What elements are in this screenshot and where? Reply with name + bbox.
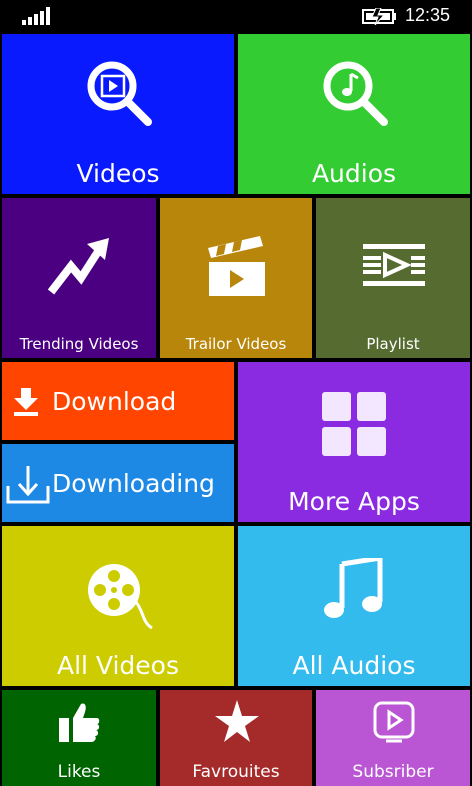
trailor-videos-label: Trailor Videos <box>185 335 287 353</box>
all-audios-tile[interactable]: All Audios <box>238 526 470 686</box>
playlist-tile[interactable]: Playlist <box>316 198 470 358</box>
downloading-icon <box>6 464 50 504</box>
film-reel-icon <box>86 562 156 632</box>
all-videos-label: All Videos <box>56 651 179 680</box>
clock: 12:35 <box>405 5 451 25</box>
videos-label: Videos <box>76 159 160 188</box>
all-audios-label: All Audios <box>292 651 416 680</box>
trailor-videos-tile[interactable]: Trailor Videos <box>160 198 312 358</box>
trending-arrow-icon <box>47 236 113 298</box>
audio-search-icon <box>320 58 392 130</box>
subsriber-tile[interactable]: Subsriber <box>316 690 470 786</box>
subscribe-play-icon <box>372 700 416 744</box>
playlist-label: Playlist <box>366 335 420 353</box>
likes-label: Likes <box>57 762 101 782</box>
all-videos-tile[interactable]: All Videos <box>2 526 234 686</box>
download-icon <box>12 388 40 416</box>
downloading-label: Downloading <box>52 468 215 498</box>
download-tile[interactable]: Download <box>2 362 234 440</box>
clapperboard-icon <box>206 234 268 298</box>
apps-grid-icon <box>322 392 386 456</box>
battery-charging-icon <box>362 8 396 25</box>
downloading-tile[interactable]: Downloading <box>2 444 234 522</box>
signal-strength-icon <box>22 7 50 25</box>
more-apps-tile[interactable]: More Apps <box>238 362 470 522</box>
video-search-icon <box>84 58 156 130</box>
trending-videos-tile[interactable]: Trending Videos <box>2 198 156 358</box>
likes-tile[interactable]: Likes <box>2 690 156 786</box>
download-label: Download <box>52 386 177 416</box>
trending-videos-label: Trending Videos <box>19 335 139 353</box>
star-icon <box>215 700 259 742</box>
audios-tile[interactable]: Audios <box>238 34 470 194</box>
playlist-icon <box>361 242 427 288</box>
status-bar: 12:35 <box>0 0 472 32</box>
favrouites-label: Favrouites <box>192 762 280 782</box>
subsriber-label: Subsriber <box>352 762 434 782</box>
favrouites-tile[interactable]: Favrouites <box>160 690 312 786</box>
audios-label: Audios <box>311 159 397 188</box>
videos-tile[interactable]: Videos <box>2 34 234 194</box>
thumbs-up-icon <box>57 700 101 744</box>
more-apps-label: More Apps <box>288 487 420 516</box>
music-note-icon <box>324 558 384 620</box>
